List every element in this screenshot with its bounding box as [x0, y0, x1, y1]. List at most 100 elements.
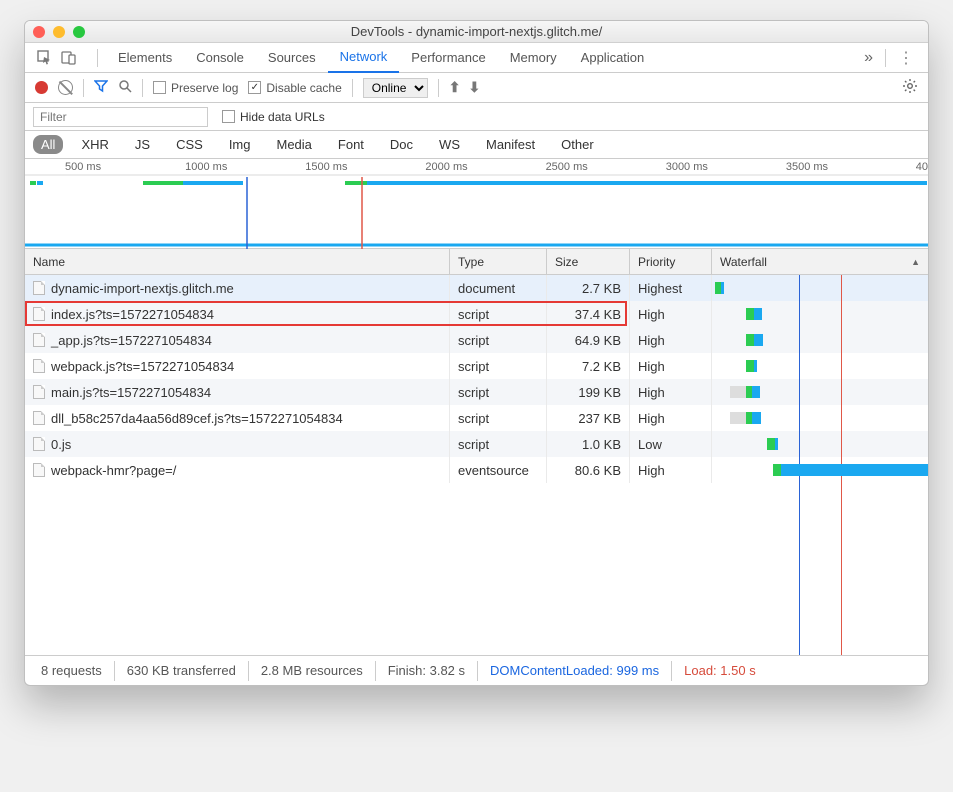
tab-network[interactable]: Network	[328, 43, 400, 73]
request-priority: Highest	[630, 275, 712, 301]
status-resources: 2.8 MB resources	[249, 661, 376, 681]
tab-elements[interactable]: Elements	[106, 43, 184, 73]
filter-input[interactable]	[33, 107, 208, 127]
request-size: 1.0 KB	[547, 431, 630, 457]
status-requests: 8 requests	[29, 661, 115, 681]
request-row[interactable]: main.js?ts=1572271054834script199 KBHigh	[25, 379, 928, 405]
request-size: 237 KB	[547, 405, 630, 431]
request-row[interactable]: index.js?ts=1572271054834script37.4 KBHi…	[25, 301, 928, 327]
request-priority: High	[630, 301, 712, 327]
request-waterfall	[712, 353, 928, 379]
requests-table-header: Name Type Size Priority Waterfall ▲	[25, 249, 928, 275]
request-row[interactable]: dll_b58c257da4aa56d89cef.js?ts=157227105…	[25, 405, 928, 431]
tab-console[interactable]: Console	[184, 43, 256, 73]
request-row[interactable]: _app.js?ts=1572271054834script64.9 KBHig…	[25, 327, 928, 353]
close-window-button[interactable]	[33, 26, 45, 38]
request-type: script	[450, 405, 547, 431]
col-header-waterfall[interactable]: Waterfall ▲	[712, 249, 928, 274]
search-icon[interactable]	[118, 79, 132, 96]
request-waterfall	[712, 301, 928, 327]
clear-button[interactable]	[58, 80, 73, 95]
filter-bar: Hide data URLs	[25, 103, 928, 131]
export-har-button[interactable]: ⬇︎	[468, 79, 480, 96]
request-name: 0.js	[51, 437, 71, 452]
tab-performance[interactable]: Performance	[399, 43, 497, 73]
request-row[interactable]: webpack.js?ts=1572271054834script7.2 KBH…	[25, 353, 928, 379]
request-row[interactable]: 0.jsscript1.0 KBLow	[25, 431, 928, 457]
sort-indicator-icon: ▲	[911, 257, 920, 267]
maximize-window-button[interactable]	[73, 26, 85, 38]
preserve-log-checkbox[interactable]: Preserve log	[153, 81, 238, 95]
request-type: script	[450, 327, 547, 353]
type-filter-xhr[interactable]: XHR	[73, 135, 116, 154]
request-priority: High	[630, 457, 712, 483]
request-waterfall	[712, 379, 928, 405]
request-name: index.js?ts=1572271054834	[51, 307, 214, 322]
record-button[interactable]	[35, 81, 48, 94]
request-name: dynamic-import-nextjs.glitch.me	[51, 281, 234, 296]
status-bar: 8 requests 630 KB transferred 2.8 MB res…	[25, 655, 928, 685]
hide-data-urls-checkbox[interactable]: Hide data URLs	[222, 110, 325, 124]
type-filter-img[interactable]: Img	[221, 135, 259, 154]
request-priority: High	[630, 353, 712, 379]
col-header-name[interactable]: Name	[25, 249, 450, 274]
throttling-select[interactable]: Online	[363, 78, 428, 98]
type-filter-font[interactable]: Font	[330, 135, 372, 154]
type-filter-ws[interactable]: WS	[431, 135, 468, 154]
timeline-overview[interactable]: 500 ms1000 ms1500 ms2000 ms2500 ms3000 m…	[25, 159, 928, 249]
type-filter-other[interactable]: Other	[553, 135, 602, 154]
request-name: _app.js?ts=1572271054834	[51, 333, 212, 348]
file-icon	[33, 463, 45, 477]
device-toggle-icon[interactable]	[57, 46, 81, 70]
request-row[interactable]: dynamic-import-nextjs.glitch.medocument2…	[25, 275, 928, 301]
request-name: main.js?ts=1572271054834	[51, 385, 211, 400]
request-size: 7.2 KB	[547, 353, 630, 379]
type-filter-js[interactable]: JS	[127, 135, 158, 154]
status-domcontentloaded: DOMContentLoaded: 999 ms	[478, 661, 672, 681]
traffic-lights	[33, 26, 85, 38]
type-filter-all[interactable]: All	[33, 135, 63, 154]
request-type: script	[450, 431, 547, 457]
request-type: eventsource	[450, 457, 547, 483]
request-waterfall	[712, 405, 928, 431]
resource-type-filters: All XHR JS CSS Img Media Font Doc WS Manifest Othe…	[25, 131, 928, 159]
status-transferred: 630 KB transferred	[115, 661, 249, 681]
minimize-window-button[interactable]	[53, 26, 65, 38]
window-title: DevTools - dynamic-import-nextjs.glitch.…	[25, 24, 928, 39]
type-filter-css[interactable]: CSS	[168, 135, 211, 154]
network-settings-icon[interactable]	[902, 78, 918, 98]
inspect-element-icon[interactable]	[33, 46, 57, 70]
request-size: 37.4 KB	[547, 301, 630, 327]
import-har-button[interactable]: ⬆︎	[449, 79, 461, 96]
request-priority: High	[630, 327, 712, 353]
tab-memory[interactable]: Memory	[498, 43, 569, 73]
file-icon	[33, 333, 45, 347]
tab-application[interactable]: Application	[569, 43, 657, 73]
request-waterfall	[712, 275, 928, 301]
filter-toggle-icon[interactable]	[94, 79, 108, 96]
col-header-type[interactable]: Type	[450, 249, 547, 274]
requests-table-body: dynamic-import-nextjs.glitch.medocument2…	[25, 275, 928, 655]
file-icon	[33, 307, 45, 321]
file-icon	[33, 385, 45, 399]
request-name: dll_b58c257da4aa56d89cef.js?ts=157227105…	[51, 411, 343, 426]
request-priority: High	[630, 405, 712, 431]
request-priority: High	[630, 379, 712, 405]
type-filter-media[interactable]: Media	[268, 135, 319, 154]
tab-sources[interactable]: Sources	[256, 43, 328, 73]
hide-data-urls-label: Hide data URLs	[240, 110, 325, 124]
request-waterfall	[712, 431, 928, 457]
request-row[interactable]: webpack-hmr?page=/eventsource80.6 KBHigh	[25, 457, 928, 483]
more-panels-icon[interactable]: »	[858, 49, 879, 67]
type-filter-doc[interactable]: Doc	[382, 135, 421, 154]
disable-cache-checkbox[interactable]: ✓ Disable cache	[248, 81, 341, 95]
kebab-menu-icon[interactable]: ⋮	[892, 48, 920, 68]
type-filter-manifest[interactable]: Manifest	[478, 135, 543, 154]
disable-cache-label: Disable cache	[266, 81, 341, 95]
col-header-size[interactable]: Size	[547, 249, 630, 274]
status-finish: Finish: 3.82 s	[376, 661, 478, 681]
request-waterfall	[712, 457, 928, 483]
file-icon	[33, 411, 45, 425]
col-header-priority[interactable]: Priority	[630, 249, 712, 274]
network-toolbar: Preserve log ✓ Disable cache Online ⬆︎ ⬇…	[25, 73, 928, 103]
